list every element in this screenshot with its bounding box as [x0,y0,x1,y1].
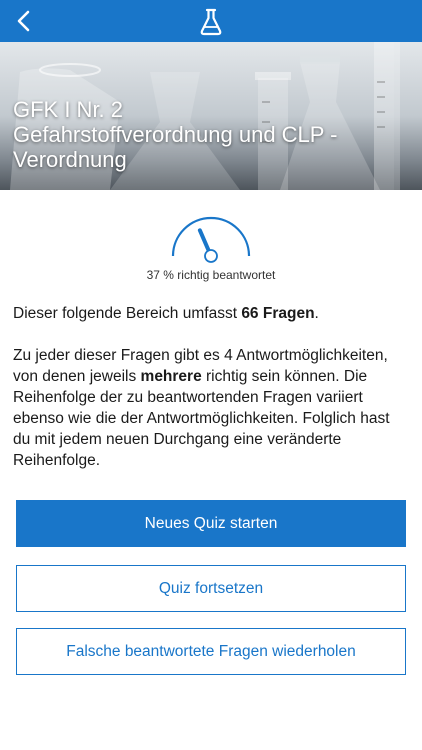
description-emphasis: mehrere [140,368,202,385]
hero-banner: GFK I Nr. 2 Gefahrstoffverordnung und CL… [0,42,422,190]
quiz-description: Zu jeder dieser Fragen gibt es 4 Antwort… [13,345,409,471]
topic-title-line-3: Verordnung [13,147,127,172]
progress-label: 37 % richtig beantwortet [146,268,276,282]
repeat-wrong-answers-button[interactable]: Falsche beantwortete Fragen wiederholen [16,628,406,675]
intro-prefix: Dieser folgende Bereich umfasst [13,305,242,322]
topic-title-line-2: Gefahrstoffverordnung und CLP - [13,122,338,147]
chevron-left-icon [17,10,30,32]
topic-title-line-1: GFK I Nr. 2 [13,97,124,122]
intro-suffix: . [314,305,319,322]
topic-title: GFK I Nr. 2 Gefahrstoffverordnung und CL… [13,97,413,172]
question-count-text: Dieser folgende Bereich umfasst 66 Frage… [13,303,409,324]
flask-icon [200,8,222,36]
back-button[interactable] [12,8,38,34]
new-quiz-button[interactable]: Neues Quiz starten [16,500,406,547]
navigation-bar [0,0,422,42]
question-count: 66 Fragen [241,305,315,322]
progress-gauge-icon [171,216,251,263]
continue-quiz-button[interactable]: Quiz fortsetzen [16,565,406,612]
